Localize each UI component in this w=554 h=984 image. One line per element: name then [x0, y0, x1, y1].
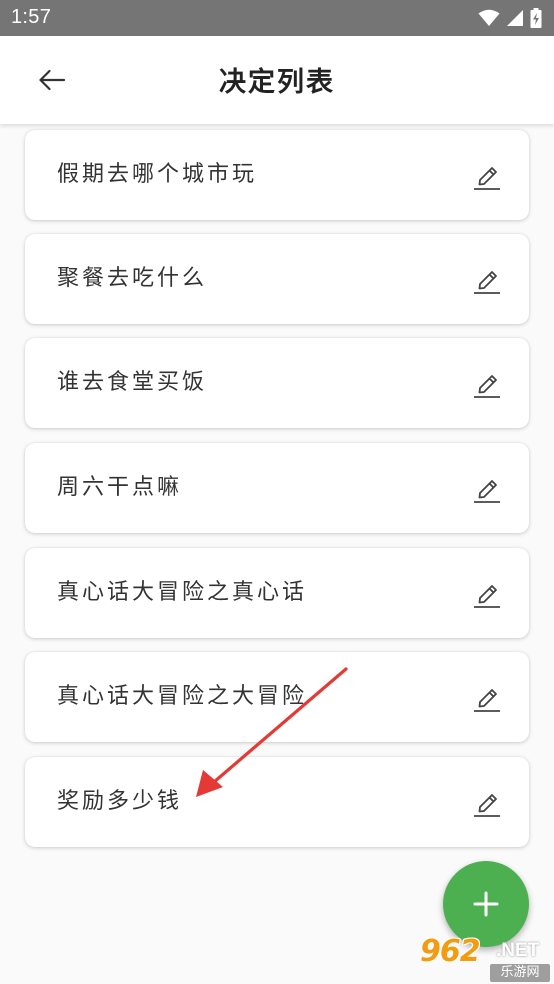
app-bar: 决定列表	[0, 36, 554, 124]
pencil-icon	[474, 689, 500, 712]
decision-card[interactable]: 聚餐去吃什么	[25, 234, 529, 324]
edit-button[interactable]	[469, 575, 505, 611]
decision-card[interactable]: 谁去食堂买饭	[25, 338, 529, 428]
decision-label: 谁去食堂买饭	[57, 370, 208, 395]
edit-button[interactable]	[469, 470, 505, 506]
edit-button[interactable]	[469, 679, 505, 715]
decision-card[interactable]: 假期去哪个城市玩	[25, 130, 529, 220]
decision-card[interactable]: 周六干点嘛	[25, 443, 529, 533]
pencil-icon	[474, 480, 500, 503]
status-icons	[478, 7, 542, 29]
plus-icon	[473, 891, 499, 917]
decision-label: 真心话大冒险之大冒险	[57, 684, 308, 709]
pencil-icon	[474, 271, 500, 294]
status-bar: 1:57	[0, 0, 554, 36]
watermark-brand: 962	[420, 934, 481, 969]
battery-charging-icon	[530, 8, 542, 28]
decision-card[interactable]: 真心话大冒险之真心话	[25, 548, 529, 638]
pencil-icon	[474, 375, 500, 398]
decision-card[interactable]: 奖励多少钱	[25, 757, 529, 847]
decision-label: 聚餐去吃什么	[57, 266, 208, 291]
pencil-icon	[474, 167, 500, 190]
watermark-logo: 962 .NET 乐游网	[416, 934, 552, 982]
edit-button[interactable]	[469, 261, 505, 297]
status-time: 1:57	[11, 6, 52, 28]
wifi-icon	[478, 9, 500, 26]
edit-button[interactable]	[469, 157, 505, 193]
decision-card[interactable]: 真心话大冒险之大冒险	[25, 652, 529, 742]
watermark-site: 乐游网	[490, 964, 550, 982]
decision-label: 奖励多少钱	[57, 789, 183, 814]
decision-label: 假期去哪个城市玩	[57, 162, 258, 187]
page-title: 决定列表	[219, 67, 335, 98]
decision-label: 真心话大冒险之真心话	[57, 580, 308, 605]
pencil-icon	[474, 794, 500, 817]
watermark-domain: .NET	[496, 940, 540, 961]
signal-icon	[507, 10, 523, 26]
edit-button[interactable]	[469, 784, 505, 820]
edit-button[interactable]	[469, 365, 505, 401]
pencil-icon	[474, 585, 500, 608]
decision-label: 周六干点嘛	[57, 475, 183, 500]
